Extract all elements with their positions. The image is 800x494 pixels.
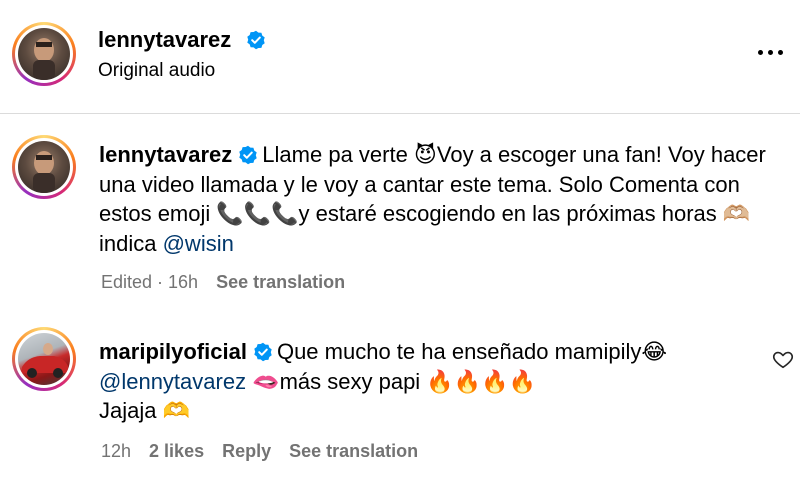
comment-body-line3: Jajaja 🫶 [99, 398, 190, 423]
commenter-avatar[interactable] [12, 327, 76, 391]
caption-mention-link[interactable]: @wisin [163, 231, 234, 256]
comment-body-line2: 🫦más sexy papi 🔥🔥🔥🔥 [246, 368, 536, 394]
caption-text: lennytavarez Llame pa verte 😈Voy a escoge… [99, 140, 789, 258]
post-header: lennytavarez Original audio [0, 0, 800, 114]
verified-badge-icon [239, 145, 257, 165]
comment-username[interactable]: maripilyoficial [99, 339, 247, 364]
post-audio-label[interactable]: Original audio [98, 60, 215, 82]
post-author-username[interactable]: lennytavarez [98, 27, 231, 53]
comment-text: maripilyoficial Que mucho te ha enseñado … [99, 337, 739, 426]
comment-meta: 12h 2 likes Reply See translation [101, 441, 436, 462]
comment-mention-link[interactable]: @lennytavarez [99, 369, 246, 394]
caption-author-avatar[interactable] [12, 135, 76, 199]
caption-meta: Edited · 16h See translation [101, 272, 363, 293]
comment-time: 12h [101, 441, 132, 461]
comment-likes[interactable]: 2 likes [149, 441, 204, 461]
caption-username[interactable]: lennytavarez [99, 142, 232, 167]
caption-see-translation[interactable]: See translation [216, 272, 345, 292]
comment-reply-button[interactable]: Reply [222, 441, 271, 461]
post-author-avatar[interactable] [12, 22, 76, 86]
heart-icon[interactable] [772, 348, 794, 370]
comment-see-translation[interactable]: See translation [289, 441, 418, 461]
verified-badge-icon [254, 342, 272, 362]
caption-edited-time: Edited · 16h [101, 272, 199, 292]
more-options-icon[interactable] [756, 43, 786, 63]
comment-body-line1: Que mucho te ha enseñado mamipily😂 [276, 339, 668, 364]
verified-badge-icon [247, 30, 265, 50]
